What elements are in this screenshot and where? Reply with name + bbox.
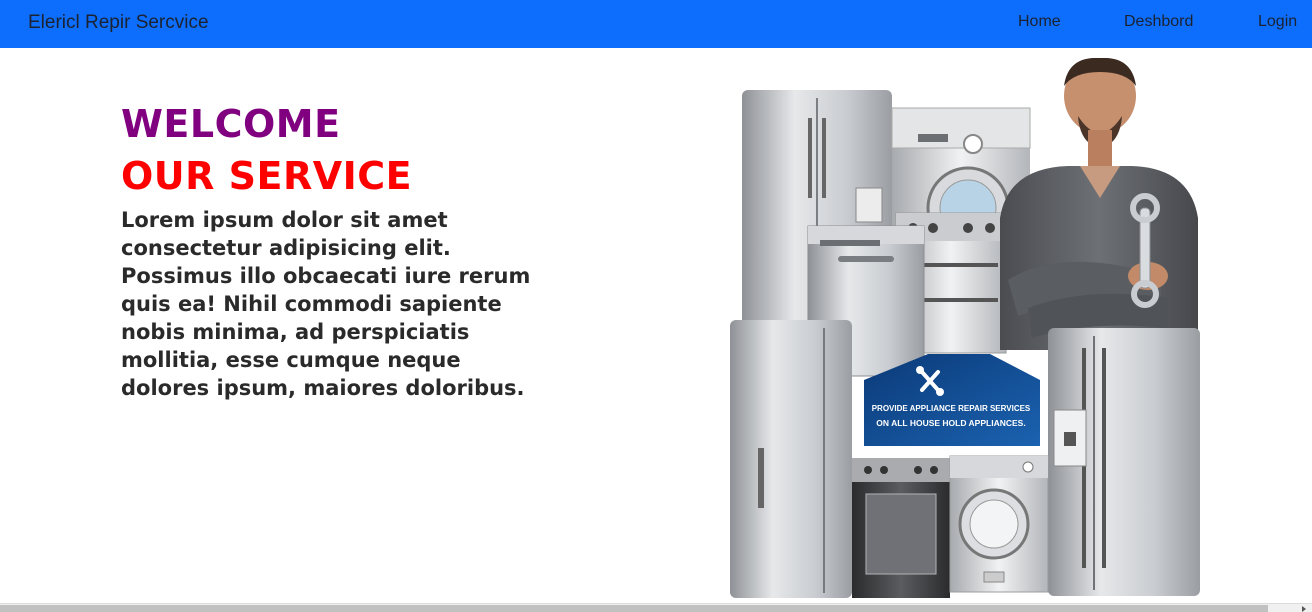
oven-icon (852, 458, 950, 598)
scrollbar-thumb[interactable] (0, 605, 1268, 612)
hero-text: WELCOME OUR SERVICE Lorem ipsum dolor si… (121, 100, 551, 402)
appliances-hero-image: PROVIDE APPLIANCE REPAIR SERVICES ON ALL… (730, 58, 1200, 598)
scroll-right-arrow-icon[interactable] (1302, 606, 1306, 612)
technician-image (1000, 58, 1198, 350)
banner-line2: ON ALL HOUSE HOLD APPLIANCES. (876, 418, 1025, 428)
hero-title-welcome: WELCOME (121, 102, 341, 146)
banner-line1: PROVIDE APPLIANCE REPAIR SERVICES (872, 404, 1031, 413)
nav-home-link[interactable]: Home (1018, 13, 1061, 31)
fridge-left-icon (730, 320, 852, 598)
horizontal-scrollbar[interactable] (0, 603, 1312, 612)
hero-title-service: OUR SERVICE (121, 154, 413, 198)
navbar: Elericl Repir Sercvice Home Deshbord Log… (0, 0, 1312, 48)
hero-description: Lorem ipsum dolor sit amet consectetur a… (121, 208, 531, 400)
fridge-right-icon (1048, 328, 1200, 596)
nav-login-link[interactable]: Login (1258, 13, 1297, 31)
brand-link[interactable]: Elericl Repir Sercvice (28, 12, 209, 34)
nav-dashboard-link[interactable]: Deshbord (1124, 13, 1193, 31)
washer-bottom-icon (949, 455, 1049, 593)
